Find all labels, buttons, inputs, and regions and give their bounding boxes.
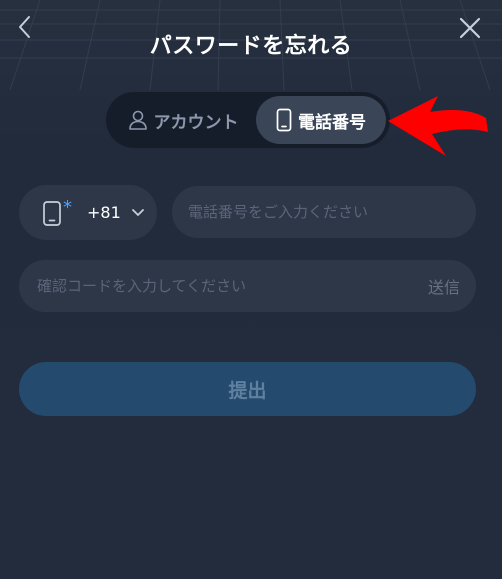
send-code-button[interactable]: 送信 [428,274,460,298]
country-code-select[interactable]: * +81 [19,185,157,240]
red-arrow-annotation-icon [388,96,488,156]
close-icon[interactable] [458,16,482,40]
tab-account[interactable]: アカウント [110,96,256,144]
phone-number-field [172,186,476,238]
required-mark: * [63,197,72,218]
country-code-value: +81 [87,203,121,222]
submit-button[interactable]: 提出 [19,362,476,416]
login-method-tabs: アカウント 電話番号 [106,92,390,148]
tab-account-label: アカウント [153,112,239,133]
chevron-down-icon [131,208,144,216]
smartphone-icon [276,108,292,132]
forgot-password-screen: パスワードを忘れる アカウント 電話番号 * +81 電話番号をご入力ください … [0,0,502,579]
tab-phone-label: 電話番号 [298,112,366,133]
tab-phone[interactable]: 電話番号 [256,96,386,144]
page-title: パスワードを忘れる [149,34,353,59]
user-icon [128,110,147,130]
phone-required-icon: * [43,197,72,226]
verification-code-input[interactable] [19,260,428,312]
verification-code-field: 送信 [19,260,476,312]
phone-number-input[interactable] [172,186,476,238]
